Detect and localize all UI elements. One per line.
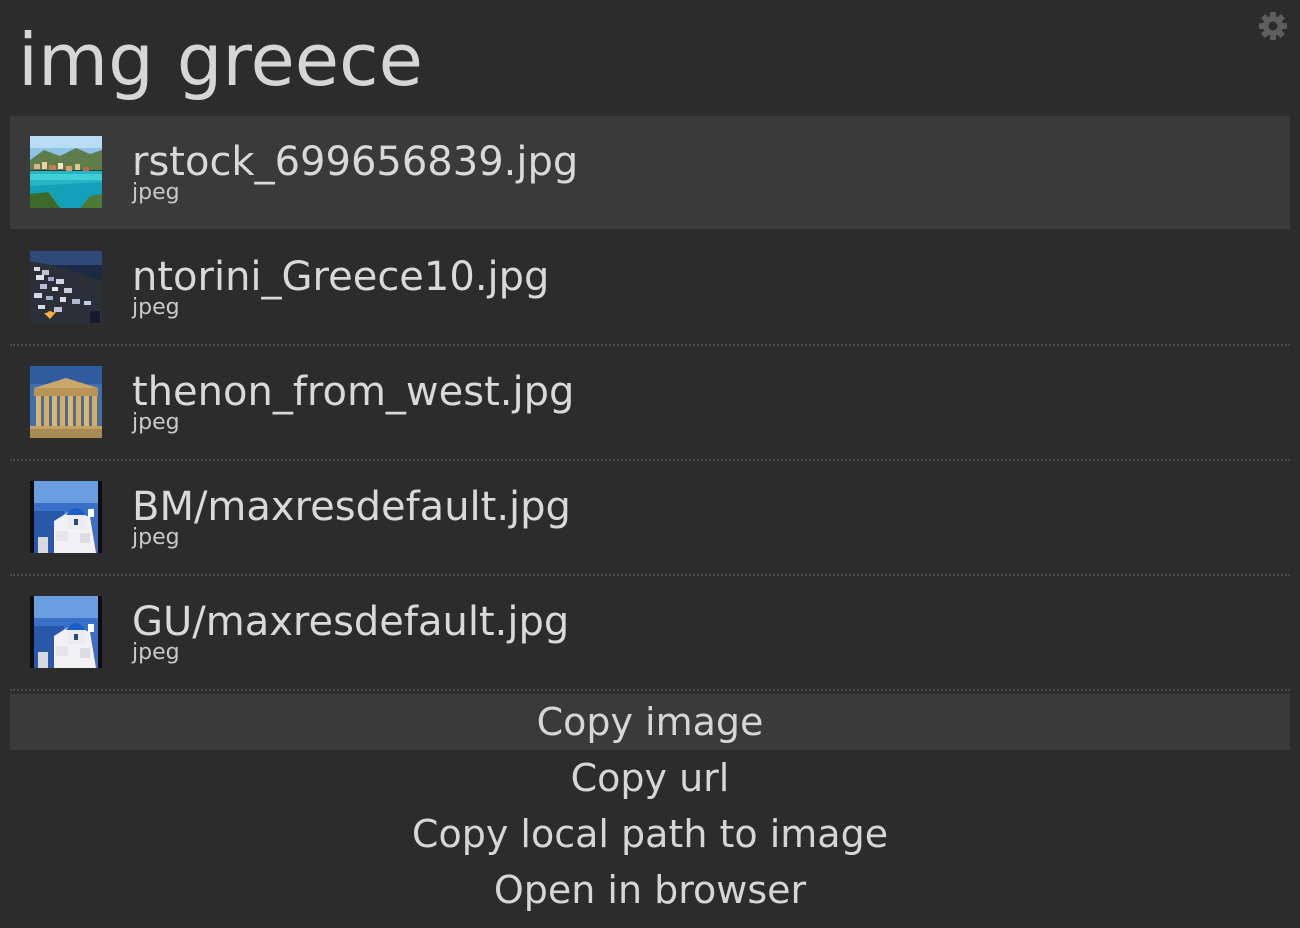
result-title: GU/maxresdefault.jpg — [132, 599, 570, 645]
copy-image-action[interactable]: Copy image — [10, 694, 1290, 750]
parthenon-thumbnail — [30, 366, 102, 438]
result-item[interactable]: ntorini_Greece10.jpg jpeg — [10, 231, 1290, 346]
result-title: ntorini_Greece10.jpg — [132, 254, 550, 300]
blue-dome-thumbnail — [30, 596, 102, 668]
result-type: jpeg — [132, 295, 180, 320]
result-item[interactable]: BM/maxresdefault.jpg jpeg — [10, 461, 1290, 576]
copy-url-action[interactable]: Copy url — [10, 750, 1290, 806]
results-list: rstock_699656839.jpg jpeg ntorini_Greece… — [10, 116, 1290, 691]
result-title: thenon_from_west.jpg — [132, 369, 575, 415]
result-type: jpeg — [132, 180, 180, 205]
result-title: BM/maxresdefault.jpg — [132, 484, 571, 530]
launcher-window: img greece rstock_699656839.jpg jpeg nto… — [0, 0, 1300, 928]
coastal-village-thumbnail — [30, 136, 102, 208]
gear-icon[interactable] — [1258, 11, 1288, 41]
copy-local-path-action[interactable]: Copy local path to image — [10, 806, 1290, 862]
result-item[interactable]: thenon_from_west.jpg jpeg — [10, 346, 1290, 461]
result-item[interactable]: rstock_699656839.jpg jpeg — [10, 116, 1290, 231]
result-title: rstock_699656839.jpg — [132, 139, 579, 185]
result-type: jpeg — [132, 640, 180, 665]
search-input[interactable]: img greece — [18, 14, 423, 106]
actions-list: Copy image Copy url Copy local path to i… — [10, 694, 1290, 918]
santorini-night-thumbnail — [30, 251, 102, 323]
result-item[interactable]: GU/maxresdefault.jpg jpeg — [10, 576, 1290, 691]
open-in-browser-action[interactable]: Open in browser — [10, 862, 1290, 918]
blue-dome-thumbnail — [30, 481, 102, 553]
result-type: jpeg — [132, 525, 180, 550]
result-type: jpeg — [132, 410, 180, 435]
